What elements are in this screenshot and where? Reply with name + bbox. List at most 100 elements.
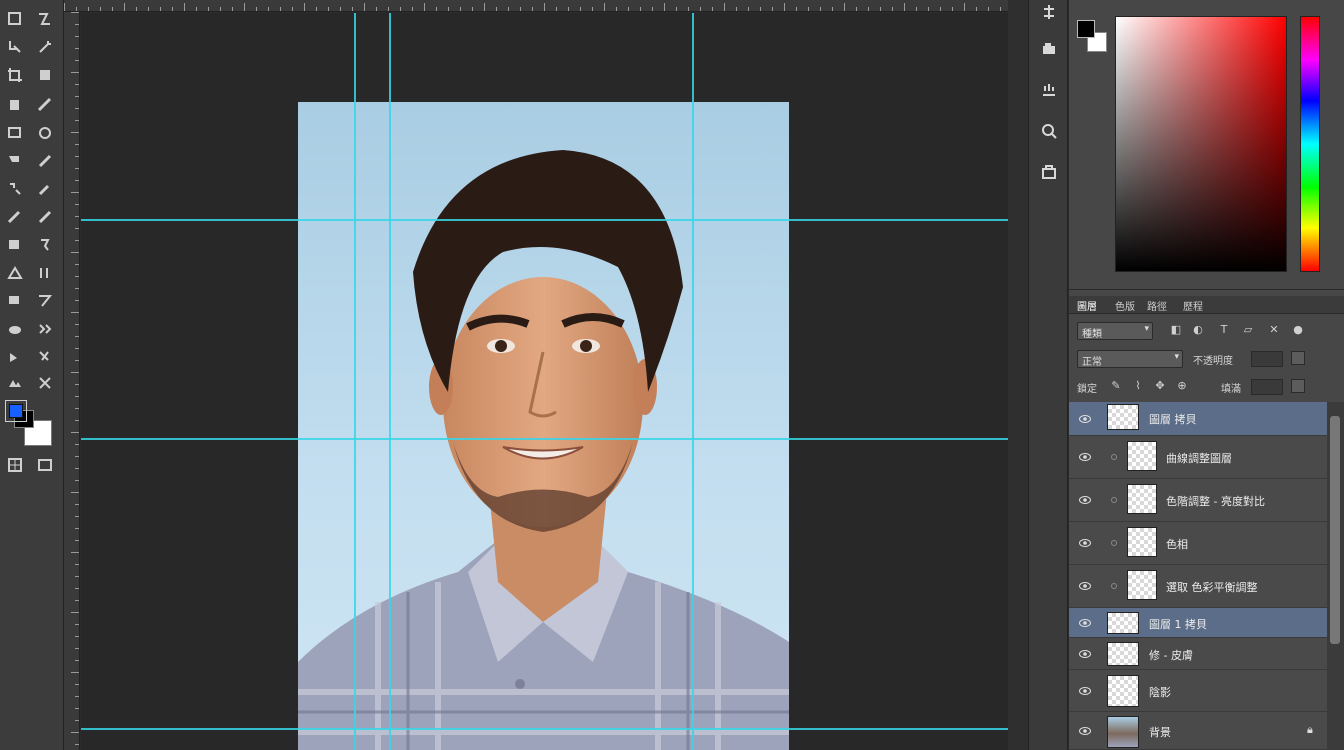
visibility-eye-icon[interactable]	[1079, 687, 1091, 695]
tab-paths[interactable]: 路徑	[1143, 298, 1171, 313]
opacity-slider-button[interactable]	[1291, 351, 1305, 365]
guide-vertical-3[interactable]	[692, 13, 694, 750]
lock-all-icon[interactable]: ⊕	[1175, 379, 1189, 393]
adjustments-icon[interactable]	[1037, 0, 1061, 24]
brush-tool-icon[interactable]	[4, 150, 26, 172]
slice-tool-icon[interactable]	[34, 64, 56, 86]
properties-icon[interactable]	[1037, 78, 1061, 102]
hue-slider[interactable]	[1300, 16, 1320, 272]
visibility-eye-icon[interactable]	[1079, 453, 1091, 461]
visibility-eye-icon[interactable]	[1079, 496, 1091, 504]
marquee-tool-icon[interactable]	[34, 8, 56, 30]
document-image[interactable]	[298, 102, 789, 750]
guide-vertical-1[interactable]	[354, 13, 356, 750]
gradient-tool-icon[interactable]	[4, 234, 26, 256]
filter-smart-icon[interactable]: ✕	[1267, 323, 1281, 337]
direct-selection-icon[interactable]	[34, 346, 56, 368]
visibility-eye-icon[interactable]	[1079, 727, 1091, 735]
picker-foreground-swatch[interactable]	[1077, 20, 1095, 38]
text-tool-icon[interactable]	[34, 318, 56, 340]
clone-stamp-icon[interactable]	[4, 178, 26, 200]
layer-name[interactable]: 曲線調整圖層	[1166, 450, 1232, 466]
visibility-eye-icon[interactable]	[1079, 415, 1091, 423]
layer-row[interactable]: 修 - 皮膚	[1069, 638, 1327, 670]
filter-adjustment-icon[interactable]: ◐	[1191, 323, 1205, 337]
filter-pixel-icon[interactable]: ◧	[1169, 323, 1183, 337]
crop-tool-icon[interactable]	[4, 64, 26, 86]
layer-row[interactable]: 圖層 拷貝	[1069, 402, 1327, 436]
layer-row[interactable]: 背景 🔒︎	[1069, 712, 1327, 750]
tab-channels[interactable]: 色版	[1111, 298, 1139, 313]
guide-horizontal-3[interactable]	[81, 728, 1008, 730]
path-selection-icon[interactable]	[4, 346, 26, 368]
shape-tool-icon[interactable]	[4, 372, 26, 394]
hand-tool-icon[interactable]	[34, 372, 56, 394]
eraser-tool-icon[interactable]	[4, 206, 26, 228]
fill-slider-button[interactable]	[1291, 379, 1305, 393]
screen-mode-icon[interactable]	[34, 454, 56, 476]
ruler-horizontal[interactable]	[64, 0, 1008, 12]
paint-bucket-icon[interactable]	[34, 234, 56, 256]
fill-input[interactable]	[1251, 379, 1283, 395]
patch-tool-icon[interactable]	[34, 122, 56, 144]
ruler-tick	[700, 7, 701, 11]
layer-name[interactable]: 圖層 拷貝	[1149, 411, 1197, 427]
layers-scrollbar[interactable]	[1327, 402, 1344, 750]
layer-row[interactable]: 陰影	[1069, 670, 1327, 712]
tab-layers[interactable]: 圖層	[1073, 298, 1101, 313]
saturation-value-field[interactable]	[1115, 16, 1287, 272]
search-icon[interactable]	[1037, 119, 1061, 143]
tab-history[interactable]: 歷程	[1179, 298, 1207, 313]
ruler-vertical[interactable]	[64, 12, 80, 750]
layer-row[interactable]: 曲線調整圖層	[1069, 436, 1327, 479]
filter-shape-icon[interactable]: ▱	[1241, 323, 1255, 337]
visibility-eye-icon[interactable]	[1079, 619, 1091, 627]
blur-tool-icon[interactable]	[4, 262, 26, 284]
layer-name[interactable]: 選取 色彩平衡調整	[1166, 579, 1258, 595]
layer-row[interactable]: 色相	[1069, 522, 1327, 565]
layer-name[interactable]: 背景	[1149, 724, 1171, 740]
sharpen-tool-icon[interactable]	[34, 262, 56, 284]
layer-name[interactable]: 修 - 皮膚	[1149, 647, 1193, 663]
layer-row[interactable]: 選取 色彩平衡調整	[1069, 565, 1327, 608]
ruler-tick	[208, 7, 209, 11]
canvas-area[interactable]	[81, 13, 1008, 750]
lasso-tool-icon[interactable]	[4, 36, 26, 58]
layer-name[interactable]: 色階調整 - 亮度對比	[1166, 493, 1265, 509]
layer-name[interactable]: 色相	[1166, 536, 1188, 552]
move-tool-icon[interactable]	[4, 8, 26, 30]
lock-image-icon[interactable]: ⌇	[1131, 379, 1145, 393]
filter-toggle-icon[interactable]: ●	[1291, 323, 1305, 337]
eyedropper-icon[interactable]	[4, 94, 26, 116]
layer-row[interactable]: 圖層 1 拷貝	[1069, 608, 1327, 638]
visibility-eye-icon[interactable]	[1079, 539, 1091, 547]
visibility-eye-icon[interactable]	[1079, 582, 1091, 590]
foreground-color-swatch[interactable]	[5, 400, 27, 422]
libraries-icon[interactable]	[1037, 160, 1061, 184]
history-brush-icon[interactable]	[34, 178, 56, 200]
visibility-eye-icon[interactable]	[1079, 650, 1091, 658]
lock-transparent-icon[interactable]: ✎	[1109, 379, 1123, 393]
opacity-input[interactable]	[1251, 351, 1283, 367]
lock-position-icon[interactable]: ✥	[1153, 379, 1167, 393]
dodge-tool-icon[interactable]	[4, 290, 26, 312]
layer-filter-dropdown[interactable]: 種類	[1077, 322, 1153, 340]
healing-brush-icon[interactable]	[4, 122, 26, 144]
background-eraser-icon[interactable]	[34, 206, 56, 228]
styles-icon[interactable]	[1037, 37, 1061, 61]
guide-vertical-2[interactable]	[389, 13, 391, 750]
pen-tool-icon[interactable]	[4, 318, 26, 340]
blend-mode-dropdown[interactable]: 正常	[1077, 350, 1183, 368]
pencil-tool-icon[interactable]	[34, 150, 56, 172]
filter-type-icon[interactable]: T	[1217, 323, 1231, 337]
burn-tool-icon[interactable]	[34, 290, 56, 312]
guide-horizontal-2[interactable]	[81, 438, 1008, 440]
layer-name[interactable]: 圖層 1 拷貝	[1149, 616, 1207, 632]
guide-horizontal-1[interactable]	[81, 219, 1008, 221]
layer-name[interactable]: 陰影	[1149, 684, 1171, 700]
magic-wand-icon[interactable]	[34, 36, 56, 58]
quick-mask-icon[interactable]	[4, 454, 26, 476]
layer-row[interactable]: 色階調整 - 亮度對比	[1069, 479, 1327, 522]
scrollbar-thumb[interactable]	[1330, 416, 1340, 644]
ruler-tool-icon[interactable]	[34, 94, 56, 116]
